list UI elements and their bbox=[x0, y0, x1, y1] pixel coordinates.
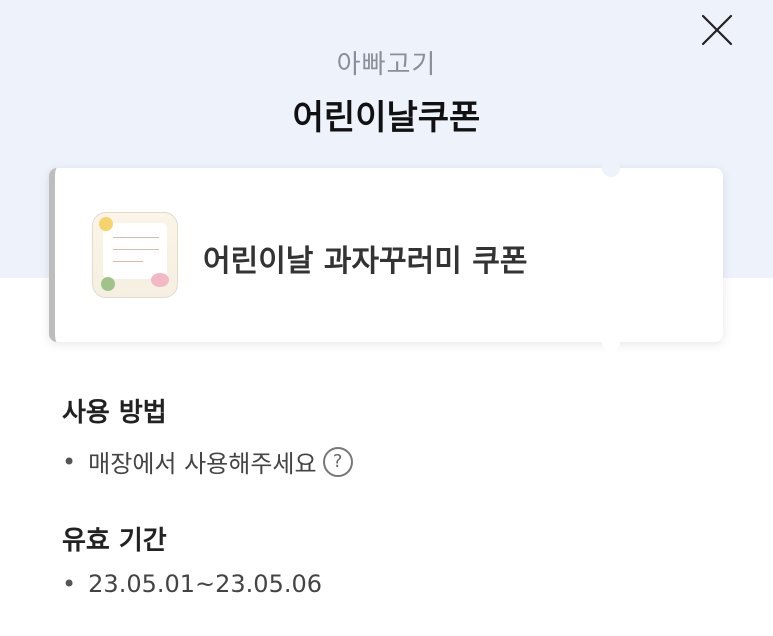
validity-text: 23.05.01~23.05.06 bbox=[88, 570, 323, 598]
store-name: 아빠고기 bbox=[336, 50, 437, 80]
coupon-image-card bbox=[103, 223, 167, 279]
coupon-image bbox=[92, 212, 178, 298]
ticket-notch-top bbox=[602, 159, 620, 177]
validity-row: • 23.05.01~23.05.06 bbox=[62, 570, 322, 598]
help-icon[interactable]: ? bbox=[322, 446, 353, 477]
candy-icon bbox=[151, 273, 169, 287]
coupon-image-line bbox=[113, 249, 159, 250]
leaf-icon bbox=[101, 277, 115, 291]
usage-row: • 매장에서 사용해주세요 ? bbox=[62, 444, 353, 479]
ticket-notch-bottom bbox=[602, 333, 620, 351]
page-title: 어린이날쿠폰 bbox=[292, 98, 481, 138]
usage-title: 사용 방법 bbox=[62, 398, 167, 428]
coupon-image-line bbox=[113, 237, 159, 238]
close-icon bbox=[701, 14, 733, 46]
usage-text: 매장에서 사용해주세요 bbox=[88, 450, 317, 478]
bullet: • bbox=[62, 570, 77, 598]
coupon-image-line bbox=[113, 261, 143, 262]
coupon-name: 어린이날 과자꾸러미 쿠폰 bbox=[203, 244, 528, 279]
sun-icon bbox=[99, 217, 113, 231]
bullet: • bbox=[62, 447, 77, 476]
coupon-ticket: 어린이날 과자꾸러미 쿠폰 bbox=[49, 159, 723, 351]
close-button[interactable] bbox=[699, 12, 735, 48]
validity-title: 유효 기간 bbox=[62, 526, 167, 556]
